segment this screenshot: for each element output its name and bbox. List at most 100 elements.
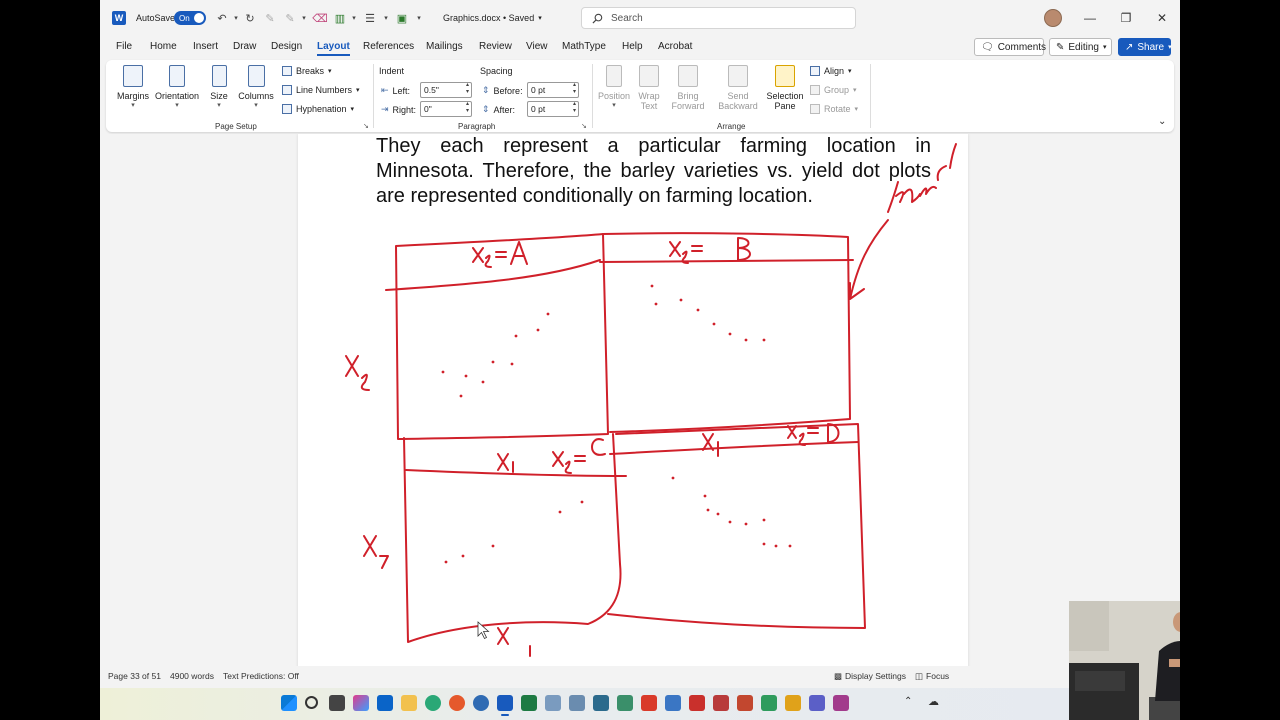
excel-icon[interactable] — [521, 695, 537, 711]
pen-icon[interactable]: ✎ — [260, 12, 280, 25]
edge-icon[interactable] — [425, 695, 441, 711]
spacing-label: Spacing — [480, 66, 513, 76]
autosave-toggle[interactable]: On — [174, 11, 206, 25]
calculator-icon[interactable] — [665, 695, 681, 711]
app-icon[interactable] — [713, 695, 729, 711]
tab-review[interactable]: Review — [479, 41, 512, 52]
tab-insert[interactable]: Insert — [193, 41, 218, 52]
tab-acrobat[interactable]: Acrobat — [658, 41, 692, 52]
tab-design[interactable]: Design — [271, 41, 302, 52]
indent-right-input[interactable]: 0" — [420, 101, 472, 117]
highlighter-dropdown-icon[interactable]: ▾ — [300, 14, 308, 22]
eraser-icon[interactable]: ⌫ — [310, 12, 330, 25]
lines-dropdown-icon[interactable]: ▾ — [382, 14, 390, 22]
taskbar-search-icon[interactable] — [305, 696, 318, 709]
status-bar: Page 33 of 51 4900 words Text Prediction… — [100, 666, 1180, 686]
restore-icon[interactable]: ❐ — [1108, 11, 1144, 25]
group-button[interactable]: Group ▾ — [810, 85, 857, 95]
document-title[interactable]: Graphics.docx • Saved — [443, 13, 534, 23]
wrap-text-button[interactable]: Wrap Text — [634, 65, 664, 111]
highlighter-icon[interactable]: ✎ — [282, 12, 298, 25]
indent-label: Indent — [379, 66, 405, 76]
document-page[interactable]: They each represent a particular farming… — [298, 134, 968, 666]
word-count[interactable]: 4900 words — [170, 671, 214, 681]
firefox-icon[interactable] — [449, 695, 465, 711]
tab-references[interactable]: References — [363, 41, 414, 52]
size-button[interactable]: Size ▾ — [207, 65, 231, 109]
display-settings-button[interactable]: ▩ Display Settings — [834, 671, 906, 682]
share-icon: ↗ — [1125, 41, 1134, 53]
search-box[interactable]: Search — [581, 7, 856, 29]
touch-mode-icon[interactable]: ▣ — [392, 12, 412, 25]
margins-button[interactable]: Margins ▾ — [116, 65, 150, 109]
ink-dot — [580, 500, 584, 504]
outlook-icon[interactable] — [377, 695, 393, 711]
app-icon[interactable] — [785, 695, 801, 711]
text-predictions-status[interactable]: Text Predictions: Off — [223, 671, 299, 681]
tab-home[interactable]: Home — [150, 41, 177, 52]
app-icon[interactable] — [641, 695, 657, 711]
onedrive-icon[interactable]: ☁ — [928, 695, 939, 708]
indent-left-input[interactable]: 0.5" — [420, 82, 472, 98]
comment-icon: 🗨 — [981, 41, 994, 53]
undo-dropdown-icon[interactable]: ▾ — [232, 14, 240, 22]
ink-drawing[interactable] — [298, 134, 968, 666]
lines-icon[interactable]: ☰ — [360, 12, 380, 25]
spacing-before-input[interactable]: 0 pt — [527, 82, 579, 98]
acrobat-icon[interactable] — [689, 695, 705, 711]
rotate-label: Rotate — [824, 104, 851, 114]
customize-toolbar-icon[interactable]: ▾ — [414, 14, 424, 22]
align-button[interactable]: Align ▾ — [810, 66, 852, 76]
page-counter[interactable]: Page 33 of 51 — [108, 671, 161, 681]
notepad-icon[interactable] — [545, 695, 561, 711]
columns-button[interactable]: Columns ▾ — [237, 65, 275, 109]
rotate-button[interactable]: Rotate ▾ — [810, 104, 858, 114]
ruler-icon[interactable]: ▥ — [332, 12, 348, 25]
powerpoint-icon[interactable] — [737, 695, 753, 711]
position-button[interactable]: Position ▾ — [596, 65, 632, 109]
selection-pane-button[interactable]: Selection Pane — [764, 65, 806, 111]
tab-layout[interactable]: Layout — [317, 41, 350, 56]
orientation-button[interactable]: Orientation ▾ — [153, 65, 201, 109]
app-icon[interactable] — [833, 695, 849, 711]
comments-button[interactable]: 🗨 Comments — [974, 38, 1046, 56]
app-icon[interactable] — [761, 695, 777, 711]
snipping-tool-icon[interactable] — [593, 695, 609, 711]
collapse-ribbon-chevron-icon[interactable]: ⌄ — [1158, 116, 1166, 127]
copilot-icon[interactable] — [353, 695, 369, 711]
hyphenation-button[interactable]: Hyphenation ▾ — [282, 104, 354, 114]
bring-forward-button[interactable]: Bring Forward — [664, 65, 712, 111]
paragraph-launcher-icon[interactable]: ↘ — [581, 122, 587, 130]
send-backward-button[interactable]: Send Backward — [712, 65, 764, 111]
breaks-button[interactable]: Breaks ▾ — [282, 66, 332, 76]
close-icon[interactable]: ✕ — [1144, 11, 1180, 25]
focus-button[interactable]: ◫ Focus — [915, 671, 949, 682]
tab-draw[interactable]: Draw — [233, 41, 256, 52]
share-button[interactable]: ↗ Share ▾ — [1118, 38, 1172, 56]
line-numbers-button[interactable]: Line Numbers ▾ — [282, 85, 360, 95]
page-setup-launcher-icon[interactable]: ↘ — [363, 122, 369, 130]
show-hidden-icons-icon[interactable]: ⌃ — [904, 696, 912, 707]
undo-icon[interactable]: ↶ — [214, 12, 230, 25]
tab-mailings[interactable]: Mailings — [426, 41, 463, 52]
tab-view[interactable]: View — [526, 41, 548, 52]
task-view-icon[interactable] — [329, 695, 345, 711]
app-icon[interactable] — [569, 695, 585, 711]
word-taskbar-icon[interactable] — [497, 695, 513, 716]
r-icon[interactable] — [473, 695, 489, 711]
tab-file[interactable]: File — [116, 41, 132, 52]
user-avatar[interactable] — [1044, 9, 1062, 27]
tab-help[interactable]: Help — [622, 41, 643, 52]
minimize-icon[interactable]: — — [1072, 11, 1108, 25]
windows-start-icon[interactable] — [281, 695, 297, 711]
editing-button[interactable]: ✎ Editing ▾ — [1049, 38, 1112, 56]
redo-icon[interactable]: ↻ — [242, 12, 258, 25]
bring-forward-label-2: Forward — [671, 101, 705, 111]
file-explorer-icon[interactable] — [401, 695, 417, 711]
tab-mathtype[interactable]: MathType — [562, 41, 606, 52]
title-dropdown-icon[interactable]: ▾ — [538, 14, 542, 22]
app-icon[interactable] — [617, 695, 633, 711]
ruler-dropdown-icon[interactable]: ▾ — [350, 14, 358, 22]
spacing-after-input[interactable]: 0 pt — [527, 101, 579, 117]
teams-icon[interactable] — [809, 695, 825, 711]
